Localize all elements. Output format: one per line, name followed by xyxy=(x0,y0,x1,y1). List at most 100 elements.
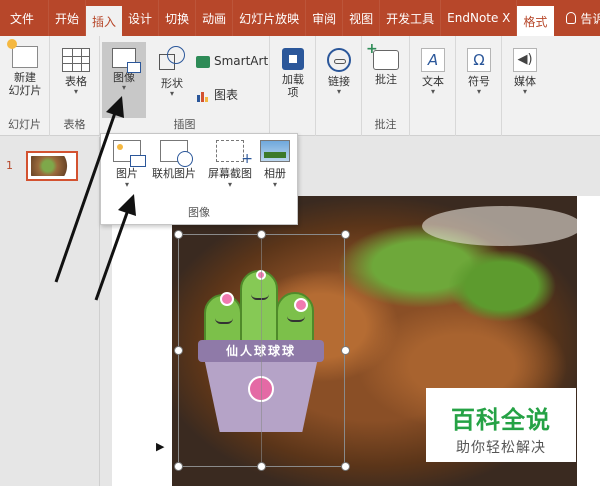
watermark-title: 百科全说 xyxy=(451,406,551,434)
group-addins: 加载 项 xyxy=(270,36,316,136)
play-icon: ▶ xyxy=(156,440,165,453)
menu-item-screenshot[interactable]: 屏幕截图 ▾ xyxy=(203,140,257,189)
tab-animations[interactable]: 动画 xyxy=(196,0,234,36)
tab-home[interactable]: 开始 xyxy=(49,0,87,36)
smartart-icon xyxy=(196,55,210,68)
text-button[interactable]: A 文本 ▾ xyxy=(418,48,448,96)
link-icon xyxy=(327,48,351,72)
chevron-down-icon: ▾ xyxy=(430,87,435,96)
ribbon-tab-bar: 文件 开始 插入 设计 切换 动画 幻灯片放映 审阅 视图 开发工具 EndNo… xyxy=(0,0,600,36)
menu-item-picture[interactable]: 图片 ▾ xyxy=(109,140,146,189)
tab-transitions[interactable]: 切换 xyxy=(159,0,197,36)
media-button[interactable]: ◀) 媒体 ▾ xyxy=(510,48,540,96)
group-label-illustrations: 插图 xyxy=(173,118,196,131)
menu-item-album[interactable]: 相册 ▾ xyxy=(257,140,293,189)
group-symbols: Ω 符号 ▾ xyxy=(456,36,502,136)
chart-button[interactable]: 图表 xyxy=(196,86,238,103)
slide-thumbnail-pane: 1 xyxy=(0,137,100,486)
image-dropdown-menu: 图片 ▾ 联机图片 屏幕截图 ▾ 相册 ▾ 图像 xyxy=(100,133,298,225)
image-icon xyxy=(112,48,141,73)
screenshot-label: 屏幕截图 xyxy=(208,167,252,180)
slide-number: 1 xyxy=(6,159,13,172)
text-icon: A xyxy=(421,48,445,72)
table-button[interactable]: 表格 ▾ xyxy=(58,48,94,96)
omega-icon: Ω xyxy=(467,48,491,72)
resize-handle-top[interactable] xyxy=(257,230,266,239)
group-label-comments: 批注 xyxy=(374,118,397,131)
link-button[interactable]: 链接 ▾ xyxy=(324,48,354,96)
chevron-down-icon: ▾ xyxy=(121,83,126,92)
speaker-icon: ◀) xyxy=(513,48,537,72)
group-label-slides: 幻灯片 xyxy=(8,118,41,131)
resize-handle-bottom[interactable] xyxy=(257,462,266,471)
dropdown-group-label: 图像 xyxy=(188,206,210,219)
tab-insert[interactable]: 插入 xyxy=(86,6,123,36)
comment-label: 批注 xyxy=(375,73,397,86)
tab-file[interactable]: 文件 xyxy=(0,0,50,36)
chart-icon xyxy=(196,89,210,102)
shapes-button[interactable]: 形状 ▾ xyxy=(152,46,192,98)
picture-label: 图片 xyxy=(116,167,138,180)
chevron-down-icon: ▾ xyxy=(336,87,341,96)
resize-handle-top-right[interactable] xyxy=(341,230,350,239)
addins-icon xyxy=(282,48,304,70)
picture-icon xyxy=(113,140,146,167)
resize-handle-left[interactable] xyxy=(174,346,183,355)
tab-design[interactable]: 设计 xyxy=(122,0,160,36)
group-tables: 表格 ▾ 表格 xyxy=(50,36,100,136)
chevron-down-icon: ▾ xyxy=(227,180,232,189)
smartart-button[interactable]: SmartArt xyxy=(196,54,268,68)
shapes-icon xyxy=(157,46,187,74)
watermark-subtitle: 助你轻松解决 xyxy=(456,440,546,456)
watermark-logo: 百科全说 助你轻松解决 xyxy=(426,388,576,462)
chevron-down-icon: ▾ xyxy=(476,87,481,96)
tell-me-button[interactable]: 告诉我 xyxy=(560,0,600,36)
photo-album-icon xyxy=(260,140,290,162)
chevron-down-icon: ▾ xyxy=(73,87,78,96)
album-label: 相册 xyxy=(264,167,286,180)
table-icon xyxy=(62,48,90,72)
resize-handle-bottom-right[interactable] xyxy=(341,462,350,471)
ribbon: 新建 幻灯片 幻灯片 表格 ▾ 表格 图像 ▾ 形状 ▾ SmartArt 图表 xyxy=(0,36,600,136)
new-slide-icon xyxy=(7,39,38,68)
smartart-label: SmartArt xyxy=(214,54,269,68)
addins-label-1: 加载 xyxy=(282,73,304,86)
slide-thumbnail[interactable] xyxy=(26,151,78,181)
comment-button[interactable]: 批注 xyxy=(366,41,402,86)
tab-view[interactable]: 视图 xyxy=(343,0,381,36)
new-slide-label-2: 幻灯片 xyxy=(8,84,42,97)
new-slide-button[interactable]: 新建 幻灯片 xyxy=(2,39,48,97)
tab-review[interactable]: 审阅 xyxy=(306,0,344,36)
selection-guide xyxy=(261,234,262,467)
tab-slideshow[interactable]: 幻灯片放映 xyxy=(233,0,307,36)
addins-button[interactable]: 加载 项 xyxy=(278,48,308,99)
tab-format[interactable]: 格式 xyxy=(517,6,555,36)
group-links: 链接 ▾ xyxy=(316,36,362,136)
tab-endnote[interactable]: EndNote X xyxy=(441,0,518,36)
new-slide-label-1: 新建 xyxy=(14,71,36,84)
group-label-tables: 表格 xyxy=(63,118,86,131)
symbol-button[interactable]: Ω 符号 ▾ xyxy=(464,48,494,96)
chevron-down-icon: ▾ xyxy=(124,180,129,189)
addins-label-2: 项 xyxy=(287,86,299,99)
images-button[interactable]: 图像 ▾ xyxy=(102,42,146,118)
chevron-down-icon: ▾ xyxy=(522,87,527,96)
group-illustrations: 图像 ▾ 形状 ▾ SmartArt 图表 插图 xyxy=(100,36,270,136)
tell-me-label: 告诉我 xyxy=(580,11,600,26)
tab-developer[interactable]: 开发工具 xyxy=(380,0,442,36)
resize-handle-bottom-left[interactable] xyxy=(174,462,183,471)
group-slides: 新建 幻灯片 幻灯片 xyxy=(0,36,50,136)
screenshot-icon xyxy=(216,140,253,167)
lightbulb-icon xyxy=(566,12,577,24)
group-comments: 批注 批注 xyxy=(362,36,410,136)
menu-item-online-picture[interactable]: 联机图片 xyxy=(147,140,201,181)
resize-handle-top-left[interactable] xyxy=(174,230,183,239)
chevron-down-icon: ▾ xyxy=(272,180,277,189)
online-picture-icon xyxy=(160,140,193,167)
comment-icon xyxy=(366,41,399,70)
chart-label: 图表 xyxy=(214,88,239,102)
resize-handle-right[interactable] xyxy=(341,346,350,355)
online-picture-label: 联机图片 xyxy=(152,167,196,180)
chevron-down-icon: ▾ xyxy=(169,89,174,98)
group-media: ◀) 媒体 ▾ xyxy=(502,36,548,136)
